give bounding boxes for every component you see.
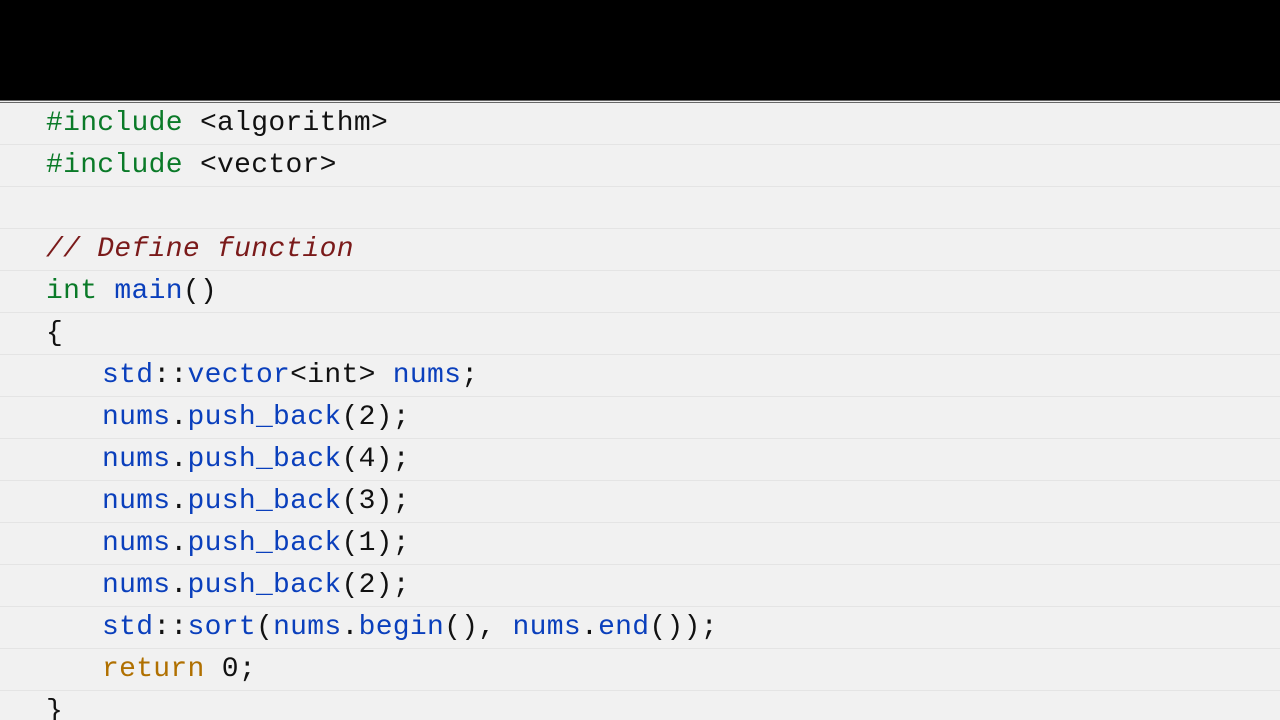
namespace: std <box>102 360 153 391</box>
code-line: nums.push_back(2); <box>0 565 1280 607</box>
type-keyword: int <box>46 276 97 307</box>
include-header: <algorithm> <box>200 108 388 139</box>
include-header: <vector> <box>200 150 337 181</box>
method: push_back <box>188 444 342 475</box>
code-line: return 0; <box>0 649 1280 691</box>
code-line: nums.push_back(1); <box>0 523 1280 565</box>
variable: nums <box>393 360 461 391</box>
method: push_back <box>188 528 342 559</box>
parens: () <box>183 276 217 307</box>
code-editor: #include <algorithm> #include <vector> /… <box>0 100 1280 720</box>
comment: // Define function <box>46 234 354 265</box>
code-line: } <box>0 691 1280 720</box>
code-line: nums.push_back(2); <box>0 397 1280 439</box>
code-line-blank <box>0 187 1280 229</box>
function-name: main <box>114 276 182 307</box>
brace-close: } <box>46 696 63 720</box>
code-line: int main() <box>0 271 1280 313</box>
code-line: // Define function <box>0 229 1280 271</box>
brace-open: { <box>46 318 63 349</box>
preprocessor-keyword: #include <box>46 150 183 181</box>
type-name: vector <box>188 360 291 391</box>
method: push_back <box>188 570 342 601</box>
code-line: { <box>0 313 1280 355</box>
preprocessor-keyword: #include <box>46 108 183 139</box>
method: push_back <box>188 402 342 433</box>
code-line: std::sort(nums.begin(), nums.end()); <box>0 607 1280 649</box>
code-line: std::vector<int> nums; <box>0 355 1280 397</box>
title-bar <box>0 0 1280 100</box>
method: push_back <box>188 486 342 517</box>
code-line: nums.push_back(3); <box>0 481 1280 523</box>
code-line: #include <vector> <box>0 145 1280 187</box>
code-line: #include <algorithm> <box>0 103 1280 145</box>
function-call: sort <box>188 612 256 643</box>
code-line: nums.push_back(4); <box>0 439 1280 481</box>
return-keyword: return <box>102 654 205 685</box>
